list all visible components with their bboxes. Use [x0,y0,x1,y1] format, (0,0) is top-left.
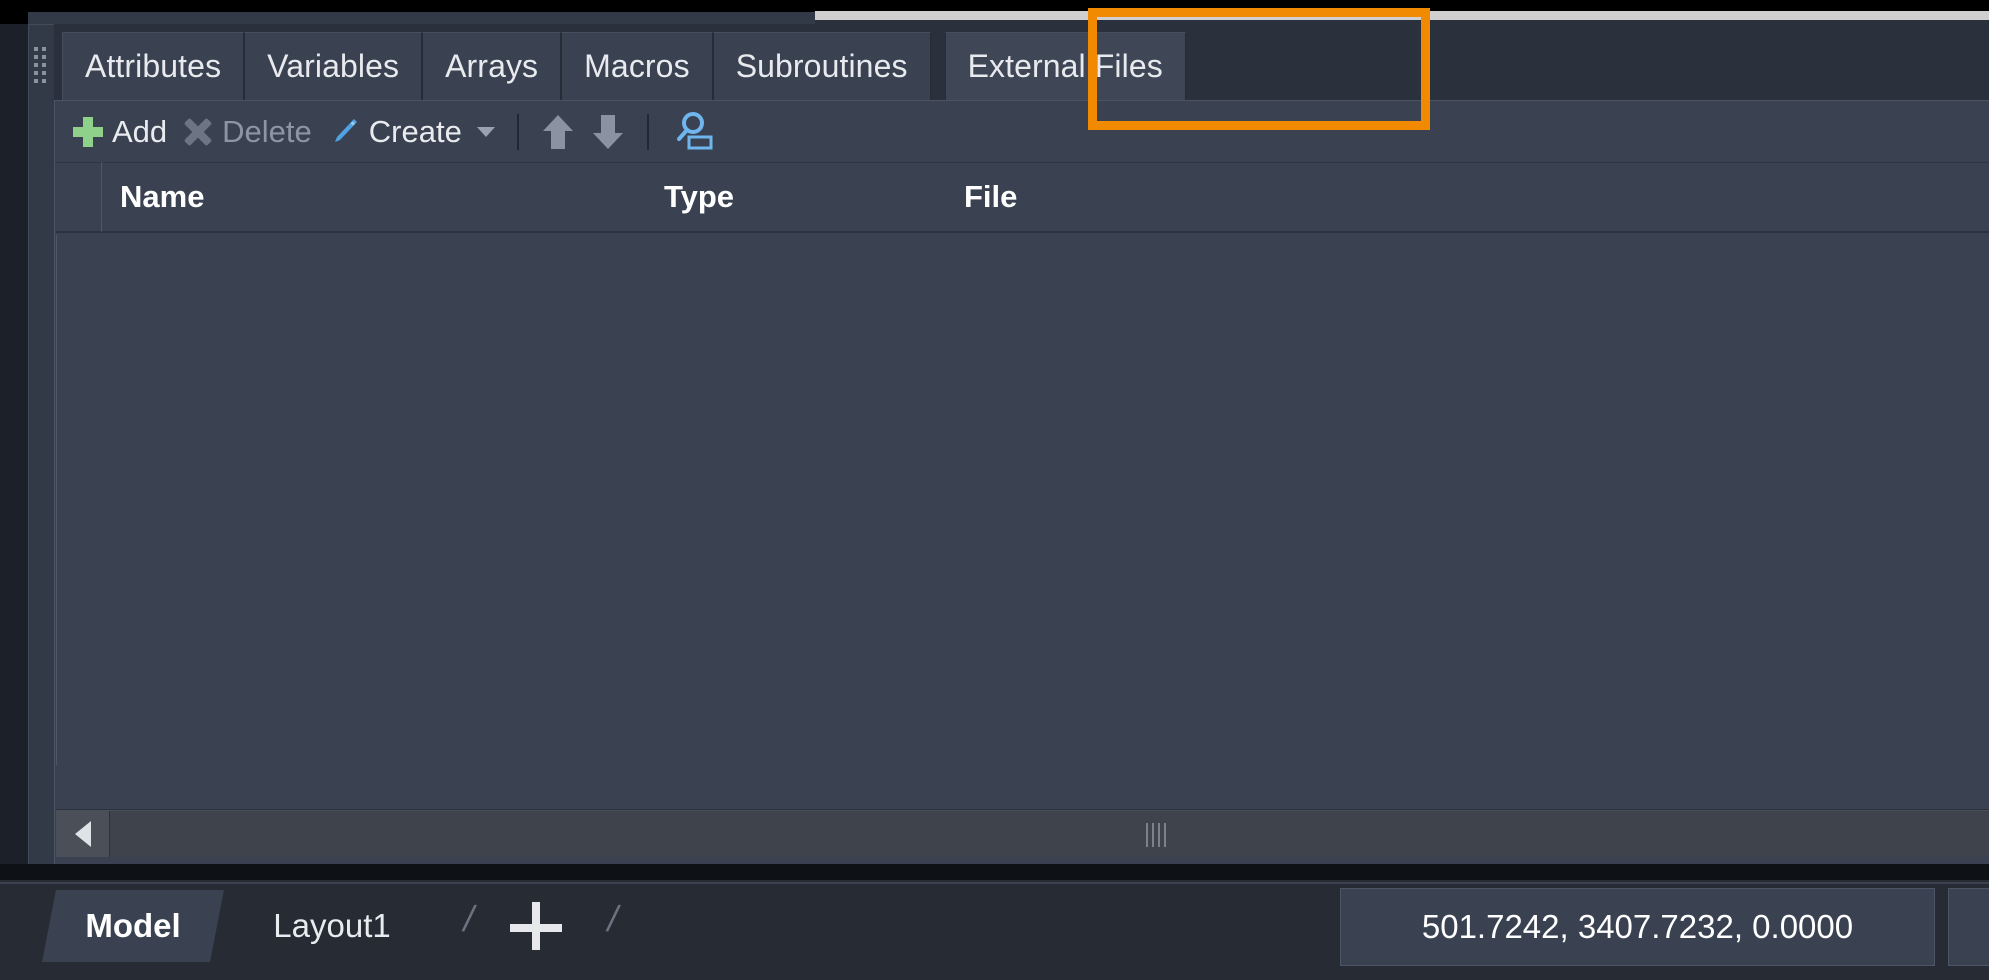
column-header-file[interactable]: File [946,162,1846,232]
table-body-empty[interactable] [56,235,1989,765]
column-header-name-label: Name [120,179,205,214]
scroll-left-button[interactable] [56,810,110,857]
chevron-down-icon[interactable] [476,126,495,137]
move-down-button[interactable] [583,101,633,163]
delete-button-label: Delete [222,113,312,149]
arrow-up-icon [541,112,575,152]
plus-icon [73,116,103,147]
delete-button[interactable]: Delete [175,101,320,163]
panel-drag-handle-icon[interactable] [34,47,48,87]
tab-variables-label: Variables [267,48,400,84]
cross-icon [183,117,213,147]
column-header-name[interactable]: Name [102,162,646,232]
table-row-selector-gutter [56,162,102,232]
add-button-label: Add [112,113,168,149]
layout-tab-layout1[interactable]: Layout1 [232,890,432,962]
bottom-status-bar-rule [0,882,1989,884]
tab-variables[interactable]: Variables [244,32,423,100]
tab-arrays-label: Arrays [445,48,539,84]
create-button[interactable]: Create [320,101,503,163]
coordinate-readout-value: 501.7242, 3407.7232, 0.0000 [1421,908,1854,945]
panel-toolbar: Add Delete Create [55,101,1989,163]
column-header-type-label: Type [664,179,735,214]
tab-arrays[interactable]: Arrays [422,32,562,100]
window-top-black-strip [0,0,1989,11]
window-title-bar[interactable] [815,11,1989,20]
pencil-icon [328,116,360,148]
tab-external-files[interactable]: External Files [944,32,1186,100]
scrollbar-track[interactable] [110,810,1989,857]
layout-tab-model[interactable]: Model [42,890,224,962]
tab-list: Attributes Variables Arrays Macros Subro… [62,32,1186,100]
tab-macros[interactable]: Macros [561,32,713,100]
coordinate-readout[interactable]: 501.7242, 3407.7232, 0.0000 [1340,888,1935,966]
find-select-button[interactable] [663,101,723,163]
column-header-file-label: File [964,179,1018,214]
tab-macros-label: Macros [584,48,690,84]
create-button-label: Create [368,113,462,149]
toolbar-separator-2 [646,113,649,150]
horizontal-scrollbar[interactable] [56,809,1989,857]
tab-subroutines[interactable]: Subroutines [712,32,931,100]
arrow-left-icon [74,820,91,847]
bottom-divider [0,864,1989,880]
application-window: Attributes Variables Arrays Macros Subro… [0,0,1989,980]
add-layout-button[interactable] [508,898,566,954]
tab-attributes[interactable]: Attributes [62,32,245,100]
layout-tab-layout1-label: Layout1 [273,907,391,944]
move-up-button[interactable] [533,101,583,163]
table-header-row: Name Type File [56,162,1989,233]
magnifier-select-icon [671,110,715,154]
window-title-bar-left [28,12,815,24]
toolbar-separator-1 [516,113,519,150]
status-bar-next-field[interactable] [1948,888,1989,966]
table-gutter-divider [102,235,103,765]
external-files-table: Name Type File [56,162,1989,833]
tab-subroutines-label: Subroutines [735,48,908,84]
column-header-type[interactable]: Type [646,162,946,232]
left-dock-rail [0,24,28,980]
tab-external-files-label: External Files [967,48,1163,84]
panel-drag-gutter[interactable] [28,24,54,864]
arrow-down-icon [591,112,625,152]
layout-tab-model-label: Model [85,907,181,944]
tab-attributes-label: Attributes [85,48,222,84]
grip-lines-icon[interactable] [1146,822,1168,847]
add-button[interactable]: Add [65,101,175,163]
